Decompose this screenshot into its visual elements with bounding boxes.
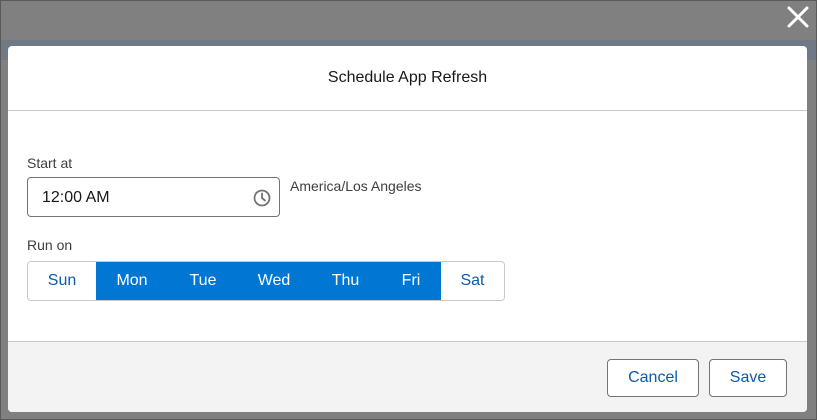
modal-header: Schedule App Refresh bbox=[8, 46, 807, 111]
day-tue[interactable]: Tue bbox=[168, 262, 238, 300]
cancel-button[interactable]: Cancel bbox=[607, 359, 699, 397]
close-icon[interactable] bbox=[783, 2, 813, 32]
timezone-label: America/Los Angeles bbox=[290, 178, 422, 194]
save-button[interactable]: Save bbox=[709, 359, 787, 397]
modal-title: Schedule App Refresh bbox=[327, 69, 488, 86]
day-wed[interactable]: Wed bbox=[238, 262, 310, 300]
day-thu[interactable]: Thu bbox=[310, 262, 381, 300]
day-of-week-group: Sun Mon Tue Wed Thu Fri Sat bbox=[27, 261, 505, 301]
modal-body: Start at 12:00 AM America/Los Angeles Ru… bbox=[8, 111, 807, 341]
clock-icon[interactable] bbox=[252, 188, 272, 208]
day-mon[interactable]: Mon bbox=[96, 262, 168, 300]
day-label: Fri bbox=[401, 272, 421, 289]
start-time-input[interactable]: 12:00 AM bbox=[27, 177, 280, 217]
schedule-modal: Schedule App Refresh Start at 12:00 AM A… bbox=[8, 46, 807, 412]
modal-footer: Cancel Save bbox=[8, 341, 807, 412]
start-at-label: Start at bbox=[27, 155, 73, 171]
run-on-label: Run on bbox=[27, 237, 73, 253]
day-label: Tue bbox=[189, 272, 217, 289]
day-sun[interactable]: Sun bbox=[28, 262, 96, 300]
start-time-value: 12:00 AM bbox=[42, 189, 110, 206]
day-label: Thu bbox=[331, 272, 360, 289]
day-label: Sat bbox=[460, 272, 485, 289]
day-label: Mon bbox=[116, 272, 148, 289]
day-label: Wed bbox=[257, 272, 291, 289]
day-fri[interactable]: Fri bbox=[381, 262, 441, 300]
day-label: Sun bbox=[47, 272, 77, 289]
day-sat[interactable]: Sat bbox=[441, 262, 504, 300]
